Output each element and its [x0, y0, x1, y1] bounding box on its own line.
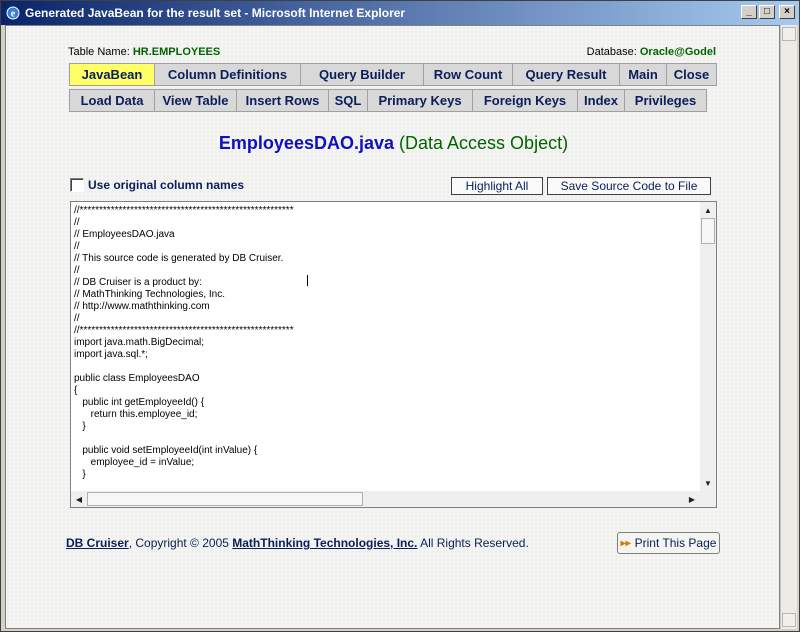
tab-column-definitions[interactable]: Column Definitions — [155, 63, 301, 86]
table-name-value: HR.EMPLOYEES — [132, 46, 221, 58]
tab-row-count[interactable]: Row Count — [424, 63, 513, 86]
tab-main[interactable]: Main — [620, 63, 667, 86]
db-cruiser-link[interactable]: DB Cruiser — [66, 536, 129, 550]
database-value: Oracle@Godel — [639, 46, 716, 58]
tab-query-builder[interactable]: Query Builder — [301, 63, 424, 86]
svg-text:e: e — [11, 9, 16, 20]
tab-foreign-keys[interactable]: Foreign Keys — [473, 89, 578, 112]
tab-javabean[interactable]: JavaBean — [69, 63, 155, 86]
nav-row-1: JavaBean Column Definitions Query Builde… — [69, 63, 717, 86]
database-label: Database: — [586, 46, 637, 58]
page-scroll-up-icon[interactable] — [782, 27, 796, 41]
copyright-text: , Copyright © 2005 — [128, 536, 233, 550]
vertical-scroll-thumb[interactable] — [701, 218, 715, 244]
file-description: (Data Access Object) — [399, 133, 569, 153]
table-name-label: Table Name: — [68, 46, 130, 58]
rights-text: All Rights Reserved. — [417, 536, 529, 550]
title-bar: e Generated JavaBean for the result set … — [1, 1, 799, 25]
code-vertical-scrollbar[interactable]: ▲ ▼ — [700, 202, 716, 491]
tab-index[interactable]: Index — [578, 89, 625, 112]
tab-view-table[interactable]: View Table — [155, 89, 237, 112]
tab-privileges[interactable]: Privileges — [625, 89, 707, 112]
option-row: Use original column names — [70, 178, 244, 192]
code-horizontal-scrollbar[interactable]: ◀ ▶ — [71, 491, 700, 507]
scroll-up-icon[interactable]: ▲ — [701, 203, 715, 217]
minimize-button[interactable]: _ — [741, 5, 757, 19]
page-title: EmployeesDAO.java (Data Access Object) — [6, 133, 779, 154]
print-page-button[interactable]: ▸▸ Print This Page — [617, 532, 720, 554]
database-info: Database: Oracle@Godel — [587, 46, 716, 58]
horizontal-scroll-thumb[interactable] — [87, 492, 363, 506]
tab-load-data[interactable]: Load Data — [69, 89, 155, 112]
highlight-all-button[interactable]: Highlight All — [451, 177, 543, 195]
browser-window: e Generated JavaBean for the result set … — [0, 0, 800, 632]
maximize-button[interactable]: □ — [759, 5, 775, 19]
source-code-text[interactable]: //**************************************… — [72, 203, 700, 491]
tab-primary-keys[interactable]: Primary Keys — [368, 89, 473, 112]
tab-sql[interactable]: SQL — [329, 89, 368, 112]
scrollbar-corner — [700, 491, 716, 507]
window-title: Generated JavaBean for the result set - … — [25, 6, 406, 20]
tab-close[interactable]: Close — [667, 63, 717, 86]
save-source-button[interactable]: Save Source Code to File — [547, 177, 711, 195]
page-content: Table Name: HR.EMPLOYEES Database: Oracl… — [5, 25, 780, 629]
print-arrow-icon: ▸▸ — [620, 537, 631, 549]
scroll-right-icon[interactable]: ▶ — [685, 492, 699, 506]
tab-query-result[interactable]: Query Result — [513, 63, 620, 86]
footer: DB Cruiser, Copyright © 2005 MathThinkin… — [66, 536, 529, 550]
scroll-down-icon[interactable]: ▼ — [701, 476, 715, 490]
close-window-button[interactable]: × — [779, 5, 795, 19]
page-vertical-scrollbar[interactable] — [780, 25, 797, 629]
file-name: EmployeesDAO.java — [218, 133, 394, 153]
source-code-textarea[interactable]: //**************************************… — [70, 201, 717, 508]
company-link[interactable]: MathThinking Technologies, Inc. — [232, 536, 417, 550]
page-scroll-down-icon[interactable] — [782, 613, 796, 627]
use-original-names-label: Use original column names — [88, 178, 245, 192]
scroll-left-icon[interactable]: ◀ — [72, 492, 86, 506]
tab-insert-rows[interactable]: Insert Rows — [237, 89, 329, 112]
nav-row-2: Load Data View Table Insert Rows SQL Pri… — [69, 89, 717, 112]
print-page-label: Print This Page — [634, 536, 717, 550]
text-cursor — [307, 275, 308, 286]
ie-icon: e — [5, 5, 21, 21]
use-original-names-checkbox[interactable] — [70, 178, 84, 192]
table-info: Table Name: HR.EMPLOYEES — [68, 46, 220, 58]
